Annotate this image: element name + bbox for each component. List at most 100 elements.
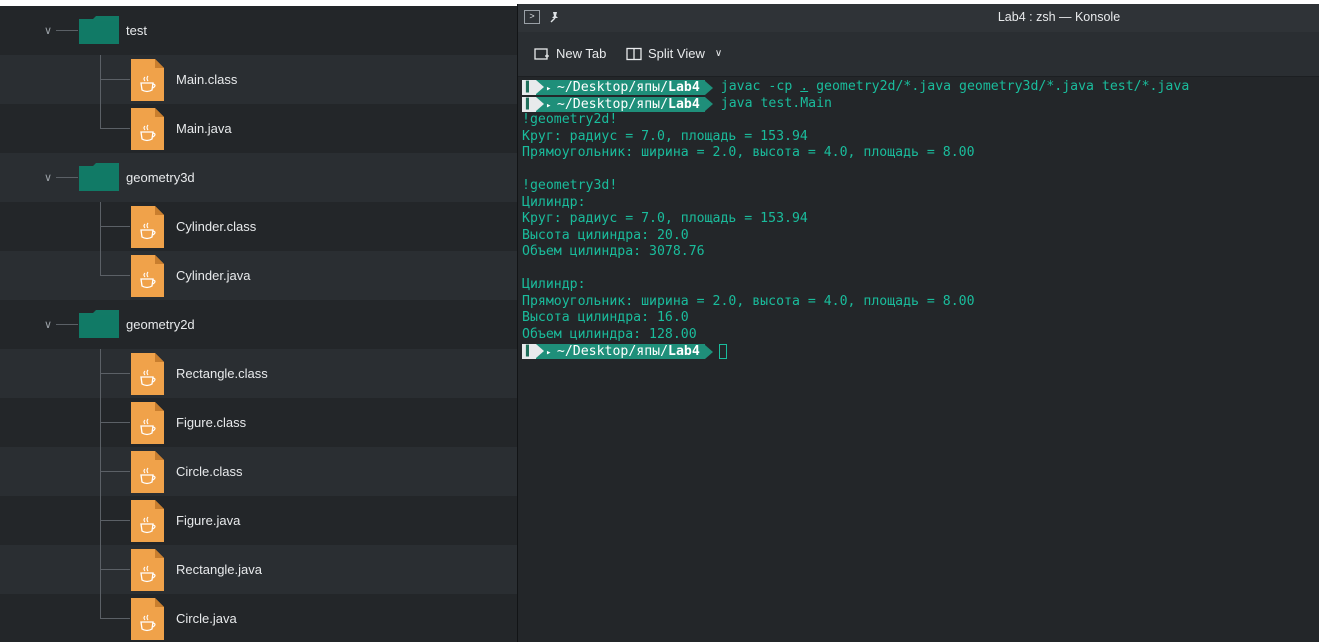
split-view-button[interactable]: Split View ∨	[626, 43, 722, 65]
command-text: javac -cp . geometry2d/*.java geometry3d…	[721, 79, 1189, 94]
output-text: !geometry2d!	[522, 112, 618, 127]
tree-branch-line	[100, 618, 130, 619]
output-text: Круг: радиус = 7.0, площадь = 153.94	[522, 211, 808, 226]
command-part: .	[800, 79, 809, 94]
tree-branch-line	[100, 520, 130, 521]
folder-name: geometry2d	[126, 317, 195, 332]
shell-prompt: ▌ ▸ ~/Desktop/япы/Lab4	[522, 96, 713, 112]
file-row[interactable]: Main.java	[0, 104, 517, 153]
prompt-path-prefix: ~/Desktop/япы/	[556, 344, 669, 359]
java-file-icon	[131, 206, 164, 248]
folder-icon	[79, 163, 119, 191]
chevron-down-icon[interactable]: ∨	[41, 153, 55, 202]
java-file-icon	[131, 59, 164, 101]
terminal-line: Высота цилиндра: 20.0	[522, 228, 1319, 245]
file-name: Rectangle.java	[176, 562, 262, 577]
terminal-line: Круг: радиус = 7.0, площадь = 153.94	[522, 211, 1319, 228]
file-name: Figure.class	[176, 415, 247, 430]
java-file-icon	[131, 500, 164, 542]
prompt-path: ▸ ~/Desktop/япы/Lab4	[536, 96, 705, 112]
new-tab-label: New Tab	[556, 46, 607, 61]
tree-branch-line	[100, 471, 130, 472]
terminal-line: Прямоугольник: ширина = 2.0, высота = 4.…	[522, 145, 1319, 162]
distro-icon: ▌	[522, 96, 537, 112]
folder-name: geometry3d	[126, 170, 195, 185]
terminal-line: Цилиндр:	[522, 277, 1319, 294]
prompt-path-prefix: ~/Desktop/япы/	[556, 80, 669, 95]
toolbar: New Tab Split View ∨	[518, 32, 1319, 77]
tree-branch-line	[100, 226, 130, 227]
terminal-output[interactable]: ▌ ▸ ~/Desktop/япы/Lab4 javac -cp . geometr…	[522, 79, 1319, 642]
prompt-path: ▸ ~/Desktop/япы/Lab4	[536, 344, 705, 359]
chevron-down-icon[interactable]: ∨	[41, 6, 55, 55]
konsole-window: > Lab4 : zsh — Konsole New Tab Split Vie…	[517, 4, 1319, 642]
java-file-icon	[131, 598, 164, 640]
terminal-line: ▌ ▸ ~/Desktop/япы/Lab4 java test.Main	[522, 96, 1319, 113]
file-name: Cylinder.class	[176, 219, 257, 234]
file-row[interactable]: Rectangle.java	[0, 545, 517, 594]
title-bar: > Lab4 : zsh — Konsole	[518, 4, 1319, 32]
window-title: Lab4 : zsh — Konsole	[997, 10, 1121, 24]
tree-branch-line	[56, 30, 78, 31]
split-view-icon	[626, 47, 642, 61]
output-text: Высота цилиндра: 16.0	[522, 310, 689, 325]
prompt-path-dir: Lab4	[668, 344, 700, 359]
shell-prompt: ▌ ▸ ~/Desktop/япы/Lab4	[522, 344, 713, 359]
new-tab-button[interactable]: New Tab	[534, 43, 606, 65]
text-cursor	[718, 344, 727, 359]
output-text: Объем цилиндра: 3078.76	[522, 244, 705, 259]
chevron-down-icon[interactable]: ∨	[715, 43, 722, 65]
terminal-line: Цилиндр:	[522, 195, 1319, 212]
tree-branch-line	[56, 324, 78, 325]
command-part: geometry2d/*.java geometry3d/*.java test…	[808, 79, 1190, 94]
file-row[interactable]: Main.class	[0, 55, 517, 104]
file-name: Circle.class	[176, 464, 243, 479]
prompt-path-dir: Lab4	[668, 96, 700, 112]
file-name: Main.class	[176, 72, 238, 87]
folder-row[interactable]: ∨ test	[0, 6, 517, 55]
folder-icon: ▸	[546, 348, 557, 358]
terminal-line: !geometry3d!	[522, 178, 1319, 195]
file-row[interactable]: Cylinder.java	[0, 251, 517, 300]
prompt-path-dir: Lab4	[668, 80, 700, 95]
folder-row[interactable]: ∨ geometry2d	[0, 300, 517, 349]
file-row[interactable]: Figure.class	[0, 398, 517, 447]
tree-branch-line	[100, 373, 130, 374]
file-name: Main.java	[176, 121, 232, 136]
tree-branch-line	[56, 177, 78, 178]
terminal-line: Объем цилиндра: 128.00	[522, 327, 1319, 344]
output-text: Объем цилиндра: 128.00	[522, 326, 697, 342]
file-row[interactable]: Cylinder.class	[0, 202, 517, 251]
file-tree: ∨ test Main.class Main.java ∨ geometry3d Cylin…	[0, 6, 517, 642]
file-name: Cylinder.java	[176, 268, 251, 283]
file-row[interactable]: Circle.java	[0, 594, 517, 642]
java-file-icon	[131, 255, 164, 297]
terminal-line: ▌ ▸ ~/Desktop/япы/Lab4 javac -cp . geometr…	[522, 79, 1319, 96]
file-row[interactable]: Figure.java	[0, 496, 517, 545]
terminal-line: Круг: радиус = 7.0, площадь = 153.94	[522, 129, 1319, 146]
file-row[interactable]: Circle.class	[0, 447, 517, 496]
new-tab-icon	[534, 48, 549, 60]
prompt-path-prefix: ~/Desktop/япы/	[556, 96, 669, 112]
tree-guide-line	[100, 55, 101, 129]
folder-name: test	[126, 23, 147, 38]
java-file-icon	[131, 402, 164, 444]
file-row[interactable]: Rectangle.class	[0, 349, 517, 398]
output-text: Прямоугольник: ширина = 2.0, высота = 4.…	[522, 293, 975, 309]
split-view-label: Split View	[648, 46, 705, 61]
terminal-line: Прямоугольник: ширина = 2.0, высота = 4.…	[522, 294, 1319, 311]
chevron-down-icon[interactable]: ∨	[41, 300, 55, 349]
distro-icon: ▌	[522, 344, 537, 359]
file-name: Circle.java	[176, 611, 237, 626]
output-text: !geometry3d!	[522, 178, 618, 193]
java-file-icon	[131, 353, 164, 395]
folder-row[interactable]: ∨ geometry3d	[0, 153, 517, 202]
distro-icon: ▌	[522, 80, 537, 95]
output-text: Высота цилиндра: 20.0	[522, 227, 689, 243]
tree-branch-line	[100, 422, 130, 423]
terminal-line: !geometry2d!	[522, 112, 1319, 129]
command-part: javac -cp	[720, 79, 801, 94]
file-name: Figure.java	[176, 513, 241, 528]
terminal-line: Высота цилиндра: 16.0	[522, 310, 1319, 327]
